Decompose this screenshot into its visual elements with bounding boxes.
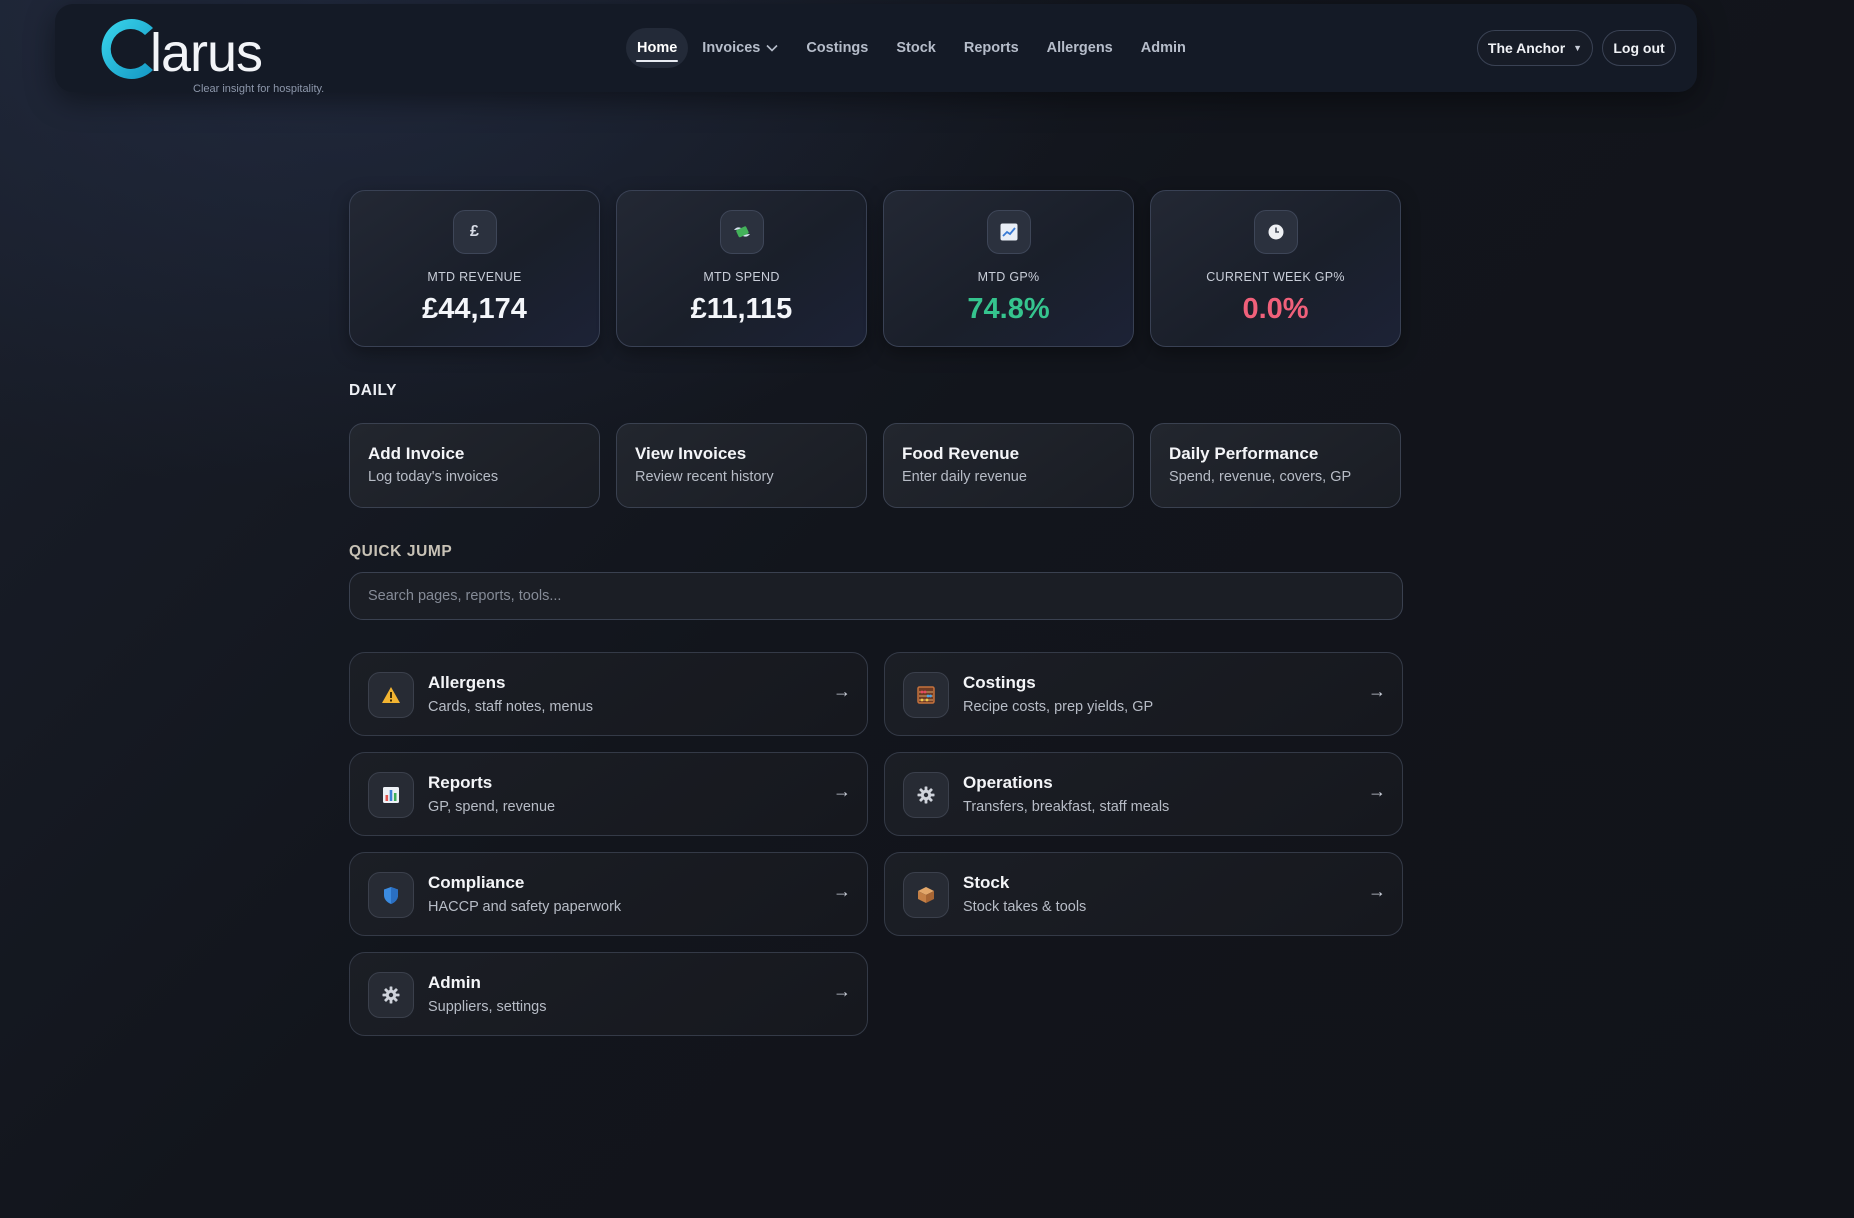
venue-selector-button[interactable]: The Anchor ▼ xyxy=(1477,30,1593,66)
bar-chart-icon xyxy=(368,772,414,818)
main-nav: Home Invoices Costings Stock Reports All… xyxy=(626,26,1200,70)
kpi-row: £ MTD REVENUE £44,174 MTD SPEND £11,115 … xyxy=(349,190,1403,347)
clock-icon xyxy=(1253,210,1298,254)
kpi-value: £11,115 xyxy=(690,293,793,325)
quick-card-costings[interactable]: Costings Recipe costs, prep yields, GP → xyxy=(884,652,1403,736)
top-navbar: larus Clear insight for hospitality. Hom… xyxy=(55,4,1697,95)
quick-card-admin[interactable]: Admin Suppliers, settings → xyxy=(349,952,868,1036)
card-subtitle: Spend, revenue, covers, GP xyxy=(1169,469,1352,485)
nav-admin[interactable]: Admin xyxy=(1127,28,1200,68)
nav-home-label: Home xyxy=(637,40,678,56)
nav-invoices-label: Invoices xyxy=(702,40,761,56)
kpi-value: 74.8% xyxy=(967,293,1050,325)
card-subtitle: Recipe costs, prep yields, GP xyxy=(963,699,1154,715)
nav-allergens-label: Allergens xyxy=(1046,40,1113,56)
card-title: Add Invoice xyxy=(368,444,465,463)
card-subtitle: Stock takes & tools xyxy=(963,899,1087,915)
nav-invoices[interactable]: Invoices xyxy=(688,28,792,68)
kpi-card-current-week-gp: CURRENT WEEK GP% 0.0% xyxy=(1150,190,1401,347)
pound-glyph: £ xyxy=(470,223,479,240)
kpi-label: MTD GP% xyxy=(977,270,1040,284)
quick-card-compliance[interactable]: Compliance HACCP and safety paperwork → xyxy=(349,852,868,936)
card-subtitle: Cards, staff notes, menus xyxy=(428,699,593,715)
brand-name: larus xyxy=(150,23,263,83)
box-icon xyxy=(903,872,949,918)
logo-c-mark-icon xyxy=(101,19,153,79)
nav-stock[interactable]: Stock xyxy=(882,28,950,68)
warning-icon xyxy=(368,672,414,718)
kpi-value: 0.0% xyxy=(1242,293,1309,325)
venue-name: The Anchor xyxy=(1487,40,1566,56)
arrow-right-icon: → xyxy=(833,881,851,901)
quick-jump-grid: Allergens Cards, staff notes, menus → Co… xyxy=(349,652,1403,1036)
gear-icon xyxy=(903,772,949,818)
kpi-label: MTD SPEND xyxy=(703,270,780,284)
arrow-right-icon: → xyxy=(833,781,851,801)
card-title: Admin xyxy=(428,973,481,992)
abacus-icon xyxy=(903,672,949,718)
card-title: Reports xyxy=(428,773,493,792)
nav-stock-label: Stock xyxy=(896,40,936,56)
chevron-down-icon xyxy=(766,44,778,52)
card-subtitle: Transfers, breakfast, staff meals xyxy=(963,799,1170,815)
view-invoices-card[interactable]: View Invoices Review recent history xyxy=(616,423,867,508)
clarus-logo[interactable]: larus Clear insight for hospitality. xyxy=(95,16,324,95)
nav-costings-label: Costings xyxy=(806,40,869,56)
card-title: Costings xyxy=(963,673,1036,692)
kpi-label: CURRENT WEEK GP% xyxy=(1206,270,1345,284)
daily-heading: DAILY xyxy=(349,382,398,399)
card-subtitle: Suppliers, settings xyxy=(428,999,547,1015)
chart-up-icon xyxy=(986,210,1031,254)
caret-down-icon: ▼ xyxy=(1573,43,1583,53)
quick-card-operations[interactable]: Operations Transfers, breakfast, staff m… xyxy=(884,752,1403,836)
food-revenue-card[interactable]: Food Revenue Enter daily revenue xyxy=(883,423,1134,508)
nav-costings[interactable]: Costings xyxy=(792,28,882,68)
arrow-right-icon: → xyxy=(1368,781,1386,801)
card-subtitle: Log today's invoices xyxy=(368,469,499,485)
card-subtitle: GP, spend, revenue xyxy=(428,799,556,815)
kpi-card-mtd-gp: MTD GP% 74.8% xyxy=(883,190,1134,347)
quick-jump-heading: QUICK JUMP xyxy=(349,543,453,560)
arrow-right-icon: → xyxy=(833,981,851,1001)
brand-tagline: Clear insight for hospitality. xyxy=(193,83,325,95)
pound-icon: £ xyxy=(452,210,497,254)
card-title: Allergens xyxy=(428,673,506,692)
card-title: Operations xyxy=(963,773,1053,792)
quick-card-reports[interactable]: Reports GP, spend, revenue → xyxy=(349,752,868,836)
gear-icon xyxy=(368,972,414,1018)
daily-actions: Add Invoice Log today's invoices View In… xyxy=(349,423,1403,508)
kpi-label: MTD REVENUE xyxy=(427,270,522,284)
quick-card-allergens[interactable]: Allergens Cards, staff notes, menus → xyxy=(349,652,868,736)
card-subtitle: HACCP and safety paperwork xyxy=(428,899,622,915)
nav-allergens[interactable]: Allergens xyxy=(1033,28,1127,68)
nav-reports[interactable]: Reports xyxy=(950,28,1033,68)
card-title: Daily Performance xyxy=(1169,444,1319,463)
quick-card-stock[interactable]: Stock Stock takes & tools → xyxy=(884,852,1403,936)
logout-label: Log out xyxy=(1613,40,1665,56)
kpi-value: £44,174 xyxy=(422,293,527,325)
add-invoice-card[interactable]: Add Invoice Log today's invoices xyxy=(349,423,600,508)
shield-icon xyxy=(368,872,414,918)
arrow-right-icon: → xyxy=(1368,881,1386,901)
card-title: Food Revenue xyxy=(902,444,1020,463)
daily-performance-card[interactable]: Daily Performance Spend, revenue, covers… xyxy=(1150,423,1401,508)
kpi-card-mtd-revenue: £ MTD REVENUE £44,174 xyxy=(349,190,600,347)
card-title: View Invoices xyxy=(635,444,747,463)
quick-jump-search-input[interactable] xyxy=(349,572,1403,620)
card-subtitle: Review recent history xyxy=(635,469,774,485)
arrow-right-icon: → xyxy=(833,681,851,701)
money-wings-icon xyxy=(719,210,764,254)
logout-button[interactable]: Log out xyxy=(1602,30,1676,66)
card-subtitle: Enter daily revenue xyxy=(902,469,1027,485)
nav-reports-label: Reports xyxy=(963,40,1019,56)
kpi-card-mtd-spend: MTD SPEND £11,115 xyxy=(616,190,867,347)
card-title: Compliance xyxy=(428,873,525,892)
nav-home[interactable]: Home xyxy=(626,28,689,68)
arrow-right-icon: → xyxy=(1368,681,1386,701)
card-title: Stock xyxy=(963,873,1010,892)
nav-admin-label: Admin xyxy=(1140,40,1186,56)
